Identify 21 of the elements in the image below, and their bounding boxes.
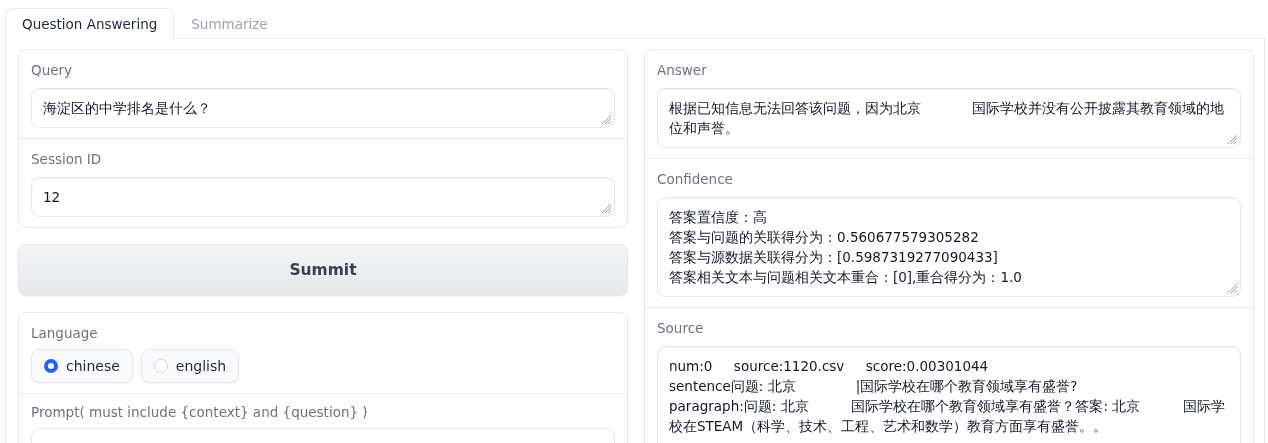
text-field[interactable]: 12 [31,177,615,217]
radio-option[interactable]: chinese [31,349,133,383]
radio-option[interactable]: english [140,349,240,383]
field-label: Confidence [657,171,733,187]
radio-icon[interactable] [44,359,58,373]
field-label: Answer [657,62,707,78]
field-label: Session ID [31,151,102,167]
text-field[interactable]: 答案置信度：高 答案与问题的关联得分为：0.560677579305282 答案与源数据关联得分为：[0.5987319277090433] 答案相关文本与问题相关文本重合：[0],重合得分为：1.0 [657,197,1241,297]
field-label: Prompt( must include {context} and {question} ) [31,404,368,420]
text-field[interactable]: 根据已知信息无法回答该问题，因为北京 国际学校并没有公开披露其教育领域的地位和声誉。 [657,88,1241,148]
field-label: Source [657,320,704,336]
resize-handle-icon[interactable] [602,204,612,214]
resize-handle-icon[interactable] [602,115,612,125]
submit-button[interactable]: Summit [18,244,628,296]
resize-handle-icon[interactable] [1228,284,1238,294]
field-label: Query [31,62,73,78]
field-label: Language [31,325,98,341]
text-field[interactable]: 海淀区的中学排名是什么？ [31,88,615,128]
text-field[interactable]: num:0 source:1120.csv score:0.00301044 sentence问题: 北京 |国际学校在哪个教育领域享有盛誉? paragraph:问题: 北京 国际学校在哪个教育领域享有盛誉？答案: 北京 国际学校在STEAM（科学、技术、工程、艺术和数学）教育方面享有盛誉。。 [657,346,1241,443]
tab[interactable]: Question Answering [5,8,175,39]
resize-handle-icon[interactable] [1228,135,1238,145]
